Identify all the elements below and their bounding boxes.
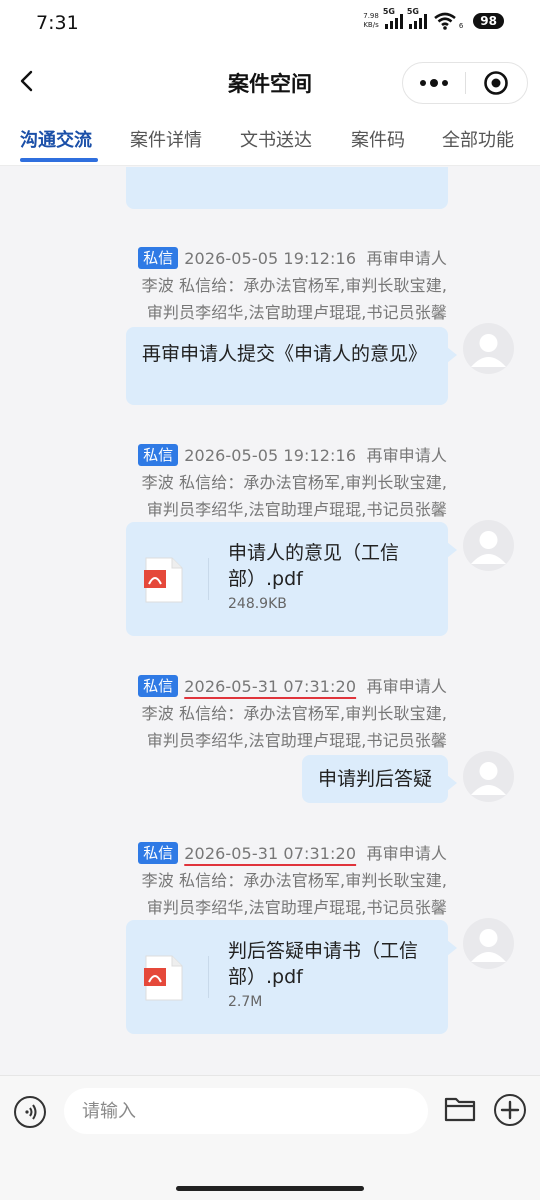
message-bubble[interactable]: 申请判后答疑 — [301, 755, 458, 803]
message-recipients: 李波 私信给：承办法官杨军,审判长耿宝建, — [141, 871, 447, 890]
input-bar — [0, 1075, 540, 1200]
folder-icon — [444, 1097, 476, 1122]
target-circle-icon — [484, 71, 509, 95]
file-attachment[interactable]: 申请人的意见（工信部）.pdf 248.9KB — [126, 522, 457, 636]
avatar[interactable] — [463, 751, 514, 802]
file-name: 判后答疑申请书（工信部）.pdf — [228, 940, 419, 988]
tab-case-details[interactable]: 案件详情 — [130, 126, 202, 152]
status-bar: 7:31 7.98 KB/s 5G 5G 6 98 — [0, 0, 540, 50]
active-tab-indicator — [20, 158, 98, 162]
message-recipients: 审判员李绍华,法官助理卢琨琨,书记员张馨 — [146, 898, 447, 917]
file-name: 申请人的意见（工信部）.pdf — [228, 542, 400, 590]
sender-role: 再审申请人 — [366, 446, 447, 465]
file-size: 248.9KB — [228, 596, 287, 612]
plus-icon — [500, 1100, 520, 1120]
message-recipients: 审判员李绍华,法官助理卢琨琨,书记员张馨 — [146, 303, 447, 322]
private-badge: 私信 — [138, 444, 179, 466]
message-recipients: 李波 私信给：承办法官杨军,审判长耿宝建, — [141, 704, 447, 723]
sender-role: 再审申请人 — [366, 844, 447, 863]
tab-document-delivery[interactable]: 文书送达 — [240, 126, 312, 152]
battery-icon: 98 — [473, 13, 504, 29]
message-recipients: 李波 私信给：承办法官杨军,审判长耿宝建, — [141, 276, 447, 295]
voice-button[interactable] — [14, 1096, 46, 1128]
message-recipients: 审判员李绍华,法官助理卢琨琨,书记员张馨 — [146, 500, 447, 519]
file-divider — [208, 956, 209, 998]
message-text: 再审申请人提交《申请人的意见》 — [142, 343, 428, 365]
private-badge: 私信 — [138, 675, 179, 697]
sender-role: 再审申请人 — [366, 677, 447, 696]
status-icons: 7.98 KB/s 5G 5G 6 98 — [363, 7, 504, 30]
more-dots-icon — [419, 79, 448, 87]
message-bubble[interactable] — [126, 167, 448, 209]
home-indicator — [176, 1186, 364, 1191]
message-time: 2026-05-31 07:31:20 — [184, 677, 357, 696]
voice-icon — [25, 1104, 37, 1120]
tab-bar: 沟通交流 案件详情 文书送达 案件码 全部功能 — [0, 114, 540, 166]
message-time: 2026-05-31 07:31:20 — [184, 844, 357, 863]
wifi-icon — [434, 12, 456, 30]
message-input[interactable] — [64, 1088, 428, 1134]
private-badge: 私信 — [138, 247, 179, 269]
close-miniprogram-button[interactable] — [465, 63, 527, 103]
signal-icon: 5G — [407, 7, 427, 29]
header-bar: 案件空间 — [0, 50, 540, 114]
more-button[interactable] — [403, 63, 465, 103]
message-recipients: 审判员李绍华,法官助理卢琨琨,书记员张馨 — [146, 731, 447, 750]
status-time: 7:31 — [36, 12, 79, 34]
message-time: 2026-05-05 19:12:16 — [184, 446, 357, 465]
message-time: 2026-05-05 19:12:16 — [184, 249, 357, 268]
message-meta: 私信 2026-05-05 19:12:16 再审申请人 李波 私信给：承办法官杨… — [87, 245, 447, 326]
mini-program-capsule — [402, 62, 528, 104]
tab-communication[interactable]: 沟通交流 — [20, 126, 92, 152]
user-avatar-icon — [471, 334, 506, 367]
chat-list[interactable]: 私信 2026-05-05 19:12:16 再审申请人 李波 私信给：承办法官杨… — [0, 167, 540, 1075]
more-actions-button[interactable] — [494, 1094, 526, 1126]
tab-case-code[interactable]: 案件码 — [351, 126, 405, 152]
user-avatar-icon — [471, 929, 506, 962]
tab-all-functions[interactable]: 全部功能 — [442, 126, 514, 152]
sender-role: 再审申请人 — [366, 249, 447, 268]
message-bubble[interactable]: 再审申请人提交《申请人的意见》 — [126, 327, 457, 405]
private-badge: 私信 — [138, 842, 179, 864]
message-meta: 私信 2026-05-31 07:31:20 再审申请人 李波 私信给：承办法官杨… — [87, 840, 447, 921]
file-size: 2.7M — [228, 994, 263, 1010]
message-recipients: 李波 私信给：承办法官杨军,审判长耿宝建, — [141, 473, 447, 492]
user-avatar-icon — [471, 762, 506, 795]
avatar[interactable] — [463, 520, 514, 571]
avatar[interactable] — [463, 918, 514, 969]
network-speed: 7.98 KB/s — [363, 12, 379, 29]
message-text: 申请判后答疑 — [317, 768, 432, 790]
user-avatar-icon — [471, 531, 506, 564]
file-divider — [208, 558, 209, 600]
signal-icon: 5G — [383, 7, 403, 29]
file-button[interactable] — [444, 1095, 476, 1123]
wifi-sub-label: 6 — [458, 22, 464, 30]
file-attachment[interactable]: 判后答疑申请书（工信部）.pdf 2.7M — [126, 920, 457, 1034]
message-meta: 私信 2026-05-31 07:31:20 再审申请人 李波 私信给：承办法官杨… — [87, 673, 447, 754]
pdf-file-icon — [144, 557, 183, 603]
message-meta: 私信 2026-05-05 19:12:16 再审申请人 李波 私信给：承办法官杨… — [87, 442, 447, 523]
pdf-file-icon — [144, 955, 183, 1001]
avatar[interactable] — [463, 323, 514, 374]
